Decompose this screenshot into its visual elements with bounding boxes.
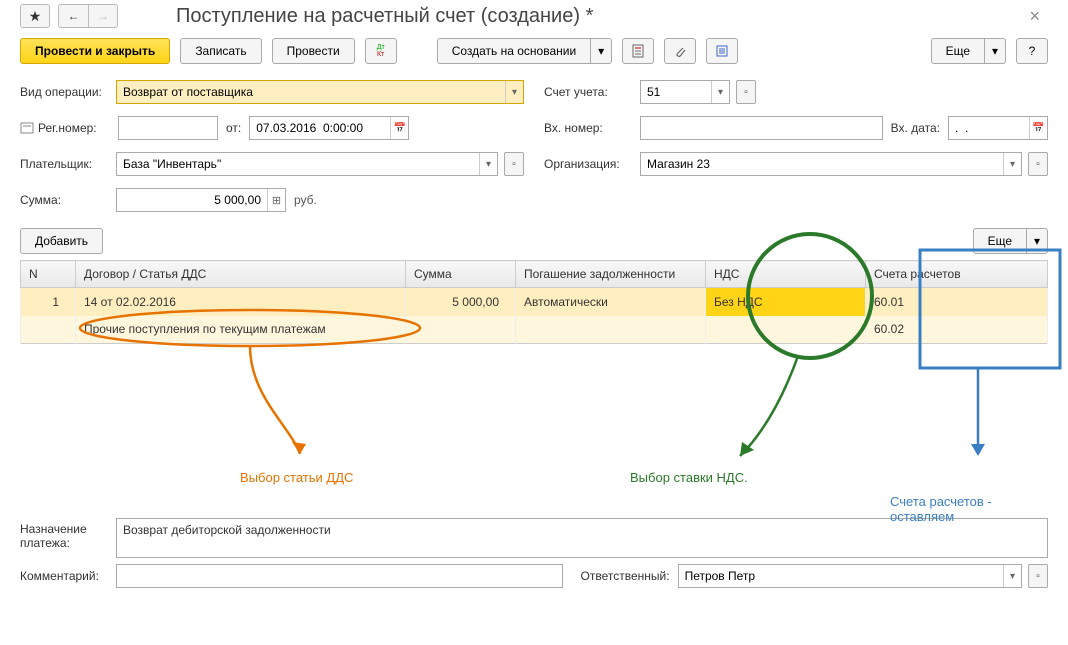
calendar-icon[interactable] [390,117,408,139]
annotation-acc: Счета расчетов - оставляем [890,494,1028,524]
resp-open-icon[interactable]: ▫ [1028,564,1048,588]
cell-acc[interactable]: 60.01 [866,288,1048,316]
op-type-input[interactable] [117,81,505,103]
save-button[interactable]: Записать [180,38,261,64]
purpose-label: Назначение платежа: [20,518,108,550]
account-dropdown-icon[interactable]: ▾ [711,81,729,103]
dtkt-button[interactable]: ДтКт [365,38,397,64]
account-input[interactable] [641,81,711,103]
regnum-label: Рег.номер: [38,121,110,135]
comment-label: Комментарий: [20,569,108,583]
table-row[interactable]: 1 14 от 02.02.2016 5 000,00 Автоматическ… [21,288,1048,316]
op-type-label: Вид операции: [20,85,108,99]
col-contract[interactable]: Договор / Статья ДДС [76,261,406,288]
more-button[interactable]: Еще [931,38,984,64]
annotation-vat: Выбор ставки НДС. [630,470,748,485]
calc-icon[interactable] [267,189,285,211]
attach-icon-button[interactable] [664,38,696,64]
help-button[interactable]: ? [1016,38,1048,64]
op-type-dropdown-icon[interactable]: ▾ [505,81,523,103]
indate-input[interactable] [949,117,1029,139]
report-icon-button[interactable] [622,38,654,64]
org-input[interactable] [641,153,1003,175]
table-more-button[interactable]: Еще [973,228,1026,254]
purpose-input[interactable]: Возврат дебиторской задолженности [116,518,1048,558]
org-open-icon[interactable]: ▫ [1028,152,1048,176]
page-title: Поступление на расчетный счет (создание)… [176,5,593,28]
indate-label: Вх. дата: [891,121,940,135]
col-sum[interactable]: Сумма [406,261,516,288]
annotation-dds: Выбор статьи ДДС [240,470,353,485]
resp-dropdown-icon[interactable]: ▾ [1003,565,1021,587]
post-button[interactable]: Провести [272,38,355,64]
payer-open-icon[interactable]: ▫ [504,152,524,176]
table-row[interactable]: Прочие поступления по текущим платежам 6… [21,316,1048,344]
create-based-dropdown[interactable]: ▾ [590,38,612,64]
cell-acc2[interactable]: 60.02 [866,316,1048,344]
cell-dds[interactable]: Прочие поступления по текущим платежам [76,316,406,344]
innum-input[interactable] [641,117,882,139]
regnum-input[interactable] [119,117,217,139]
payer-dropdown-icon[interactable]: ▾ [479,153,497,175]
col-n[interactable]: N [21,261,76,288]
cell-n: 1 [21,288,76,316]
account-label: Счет учета: [544,85,632,99]
add-row-button[interactable]: Добавить [20,228,103,254]
resp-input[interactable] [679,565,1003,587]
create-based-button[interactable]: Создать на основании [437,38,591,64]
table-more-dropdown[interactable]: ▾ [1026,228,1048,254]
resp-label: Ответственный: [581,569,670,583]
nav-forward-button[interactable]: → [88,4,118,28]
post-close-button[interactable]: Провести и закрыть [20,38,170,64]
home-button[interactable]: ★ [20,4,50,28]
org-dropdown-icon[interactable]: ▾ [1003,153,1021,175]
nav-back-button[interactable]: ← [58,4,88,28]
comment-input[interactable] [117,565,562,587]
payer-label: Плательщик: [20,157,108,171]
col-vat[interactable]: НДС [706,261,866,288]
col-accounts[interactable]: Счета расчетов [866,261,1048,288]
close-button[interactable]: × [1021,6,1048,27]
payer-input[interactable] [117,153,479,175]
innum-label: Вх. номер: [544,121,632,135]
cell-vat[interactable]: Без НДС [706,288,866,316]
list-icon-button[interactable] [706,38,738,64]
cell-sum[interactable]: 5 000,00 [406,288,516,316]
cell-contract[interactable]: 14 от 02.02.2016 [76,288,406,316]
currency-label: руб. [294,193,317,207]
col-debt[interactable]: Погашение задолженности [516,261,706,288]
from-date-input[interactable] [250,117,390,139]
indate-cal-icon[interactable] [1029,117,1047,139]
sum-label: Сумма: [20,193,108,207]
org-label: Организация: [544,157,632,171]
cell-debt[interactable]: Автоматически [516,288,706,316]
from-label: от: [226,121,241,135]
sum-input[interactable] [117,189,267,211]
account-open-icon[interactable]: ▫ [736,80,756,104]
more-dropdown[interactable]: ▾ [984,38,1006,64]
